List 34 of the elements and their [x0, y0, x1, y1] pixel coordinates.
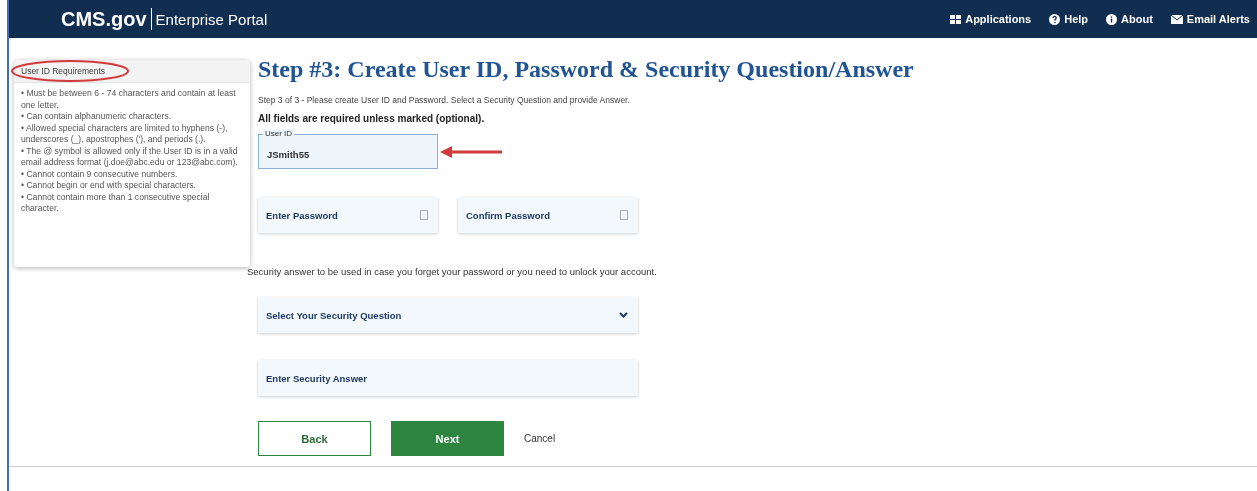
nav-link[interactable]: Help [1049, 13, 1089, 25]
requirement-text: • Allowed special characters are limited to hyphens (-), underscores (_), apostrophes ('), and periods (.). [21, 122, 229, 146]
confirm-password-field[interactable]: Confirm Password [458, 197, 638, 233]
nav-link[interactable]: Applications [950, 13, 1032, 25]
security-note: Security answer to be used in case you forget your password or you need to unlock your account. [247, 266, 658, 277]
info-icon [1106, 13, 1118, 25]
requirement-text: • Cannot begin or end with special characters. [21, 180, 197, 192]
chevron-down-icon [619, 312, 628, 318]
logo[interactable]: CMS.gov [61, 7, 147, 31]
requirement-text: • Can contain alphanumeric characters. [21, 111, 173, 123]
instructions-text: Step 3 of 3 - Please create User ID and Password. Select a Security Question and provide Answer. [258, 95, 631, 105]
help-icon [1049, 13, 1061, 25]
arrow-icon [440, 145, 502, 158]
requirement-text: • Cannot contain more than 1 consecutive special character. [21, 191, 211, 215]
requirement-text: • Cannot contain 9 consecutive numbers. [21, 168, 179, 180]
cancel-link[interactable]: Cancel [524, 433, 556, 444]
grid-icon [950, 14, 962, 24]
required-note: All fields are required unless marked (optional). [258, 113, 486, 124]
next-button[interactable]: Next [391, 421, 504, 456]
nav-link[interactable]: Email Alerts [1170, 13, 1250, 25]
requirement-text: • Must be between 6 - 74 characters and contain at least one letter. [21, 88, 237, 111]
toggle-icon[interactable] [420, 210, 428, 220]
field-label: User ID [263, 129, 295, 139]
back-button[interactable]: Back [258, 421, 371, 456]
nav-link[interactable]: About [1106, 13, 1153, 25]
page-title: Step #3: Create User ID, Password & Security Question/Answer [258, 56, 914, 83]
requirement-text: • The @ symbol is allowed only if the User ID is in a valid email address format (j.doe@abc.edu or 123@abc.com). [21, 145, 239, 169]
mail-icon [1170, 14, 1183, 24]
toggle-icon[interactable] [620, 210, 628, 220]
password-field[interactable]: Enter Password [258, 197, 438, 233]
security-question-select[interactable]: Select Your Security Question [258, 297, 638, 333]
portal-name: Enterprise Portal [155, 10, 268, 28]
panel-title: User ID Requirements [14, 60, 250, 83]
security-answer-field[interactable]: Enter Security Answer [258, 360, 638, 396]
